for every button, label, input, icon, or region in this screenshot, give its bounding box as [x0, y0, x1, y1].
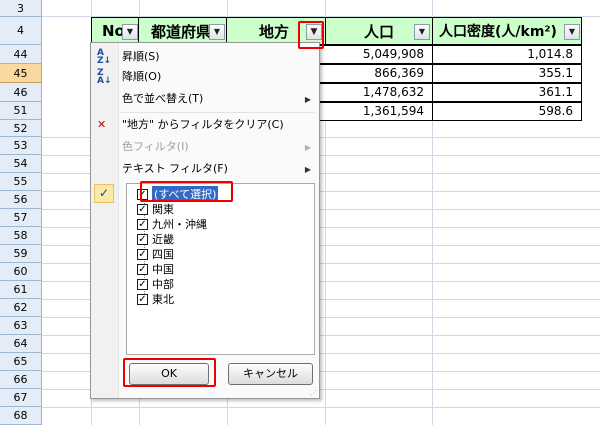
row-header-46[interactable]: 46: [0, 83, 42, 102]
submenu-arrow-icon: ▶: [304, 95, 311, 104]
density-cell[interactable]: 355.1: [432, 64, 582, 83]
checkbox-icon[interactable]: ✓: [137, 248, 148, 260]
row-header-57[interactable]: 57: [0, 209, 42, 227]
checkbox-icon[interactable]: ✓: [137, 218, 148, 230]
sort-descending-icon: Z A↓: [97, 68, 112, 86]
filter-dropdown-population[interactable]: ▼: [414, 24, 430, 40]
menu-separator: [121, 112, 315, 113]
row-header-64[interactable]: 64: [0, 335, 42, 353]
row-header-3[interactable]: 3: [0, 0, 42, 17]
row-header-55[interactable]: 55: [0, 173, 42, 191]
menu-item-sort-descending[interactable]: 降順(O): [122, 67, 161, 87]
row-header-52[interactable]: 52: [0, 120, 42, 137]
filter-item[interactable]: ✓ 中国: [137, 261, 174, 277]
header-label-prefecture: 都道府県: [151, 22, 212, 41]
filter-item-label: 四国: [152, 248, 174, 261]
filter-item-label: 中国: [152, 263, 174, 276]
row-header-56[interactable]: 56: [0, 191, 42, 209]
header-label-density: 人口密度(人/km²): [439, 24, 557, 40]
column-header-population: 人口 ▼: [325, 17, 433, 45]
highlight-ok-button: [123, 358, 216, 387]
population-cell[interactable]: 866,369: [318, 64, 433, 83]
filter-item[interactable]: ✓ 近畿: [137, 231, 174, 247]
row-header-62[interactable]: 62: [0, 299, 42, 317]
menu-item-sort-by-color[interactable]: 色で並べ替え(T): [122, 89, 203, 109]
row-header-65[interactable]: 65: [0, 353, 42, 371]
density-cell[interactable]: 1,014.8: [432, 45, 582, 64]
highlight-filter-button: [298, 21, 324, 49]
header-label-population: 人口: [364, 22, 395, 41]
filter-item-label: 近畿: [152, 233, 174, 246]
column-header-prefecture: 都道府県 ▼: [138, 17, 227, 45]
filter-item[interactable]: ✓ 東北: [137, 291, 174, 307]
menu-item-color-filter: 色フィルタ(I): [122, 140, 189, 153]
row-header-60[interactable]: 60: [0, 263, 42, 281]
submenu-arrow-icon: ▶: [304, 165, 311, 174]
checkbox-icon[interactable]: ✓: [137, 263, 148, 275]
row-header-59[interactable]: 59: [0, 245, 42, 263]
checkbox-icon[interactable]: ✓: [137, 233, 148, 245]
menu-item-text-filter[interactable]: テキスト フィルタ(F): [122, 159, 228, 179]
filter-item-label: 関東: [152, 203, 174, 216]
row-header-54[interactable]: 54: [0, 155, 42, 173]
checkmark-icon: ✓: [94, 184, 114, 203]
resize-grip-icon[interactable]: ⋰: [310, 390, 317, 397]
row-header-53[interactable]: 53: [0, 137, 42, 155]
filter-dropdown-no[interactable]: ▼: [122, 24, 138, 40]
filter-item[interactable]: ✓ 四国: [137, 246, 174, 262]
sort-ascending-icon: A Z↓: [97, 48, 112, 66]
filter-item[interactable]: ✓ 関東: [137, 201, 174, 217]
cancel-button[interactable]: キャンセル: [228, 363, 313, 385]
row-header-4[interactable]: 4: [0, 17, 42, 45]
menu-item-clear-filter[interactable]: "地方" からフィルタをクリア(C): [122, 115, 284, 135]
filter-item[interactable]: ✓ 中部: [137, 276, 174, 292]
checkbox-icon[interactable]: ✓: [137, 203, 148, 215]
checkbox-icon[interactable]: ✓: [137, 278, 148, 290]
filter-dropdown-density[interactable]: ▼: [564, 24, 580, 40]
highlight-select-all: [140, 181, 233, 202]
population-cell[interactable]: 5,049,908: [318, 45, 433, 64]
filter-dropdown-prefecture[interactable]: ▼: [209, 24, 225, 40]
row-header-51[interactable]: 51: [0, 102, 42, 120]
density-cell[interactable]: 598.6: [432, 102, 582, 121]
header-label-region: 地方: [259, 22, 290, 41]
checkbox-icon[interactable]: ✓: [137, 293, 148, 305]
clear-filter-icon: ✕: [97, 118, 107, 131]
filter-item-label: 東北: [152, 293, 174, 306]
population-cell[interactable]: 1,361,594: [318, 102, 433, 121]
density-cell[interactable]: 361.1: [432, 83, 582, 102]
row-header-66[interactable]: 66: [0, 371, 42, 389]
population-cell[interactable]: 1,478,632: [318, 83, 433, 102]
autofilter-menu: A Z↓ 昇順(S) Z A↓ 降順(O) 色で並べ替え(T) ▶ ✕ "地方" か…: [90, 42, 320, 399]
row-header-68[interactable]: 68: [0, 407, 42, 425]
row-header-58[interactable]: 58: [0, 227, 42, 245]
submenu-arrow-icon: ▶: [304, 143, 311, 152]
row-header-63[interactable]: 63: [0, 317, 42, 335]
row-header-45[interactable]: 45: [0, 64, 42, 83]
row-header-44[interactable]: 44: [0, 45, 42, 64]
column-header-no: No ▼: [91, 17, 139, 45]
row-header-61[interactable]: 61: [0, 281, 42, 299]
menu-item-sort-ascending[interactable]: 昇順(S): [122, 47, 160, 67]
menu-icon-strip: [91, 43, 119, 398]
filter-item-label: 中部: [152, 278, 174, 291]
filter-values-list[interactable]: ✓ (すべて選択) ✓ 関東 ✓ 九州・沖縄 ✓ 近畿 ✓ 四国 ✓ 中国 ✓ …: [126, 183, 315, 355]
filter-item[interactable]: ✓ 九州・沖縄: [137, 216, 207, 232]
column-header-density: 人口密度(人/km²) ▼: [432, 17, 582, 45]
filter-item-label: 九州・沖縄: [152, 218, 207, 231]
row-header-67[interactable]: 67: [0, 389, 42, 407]
